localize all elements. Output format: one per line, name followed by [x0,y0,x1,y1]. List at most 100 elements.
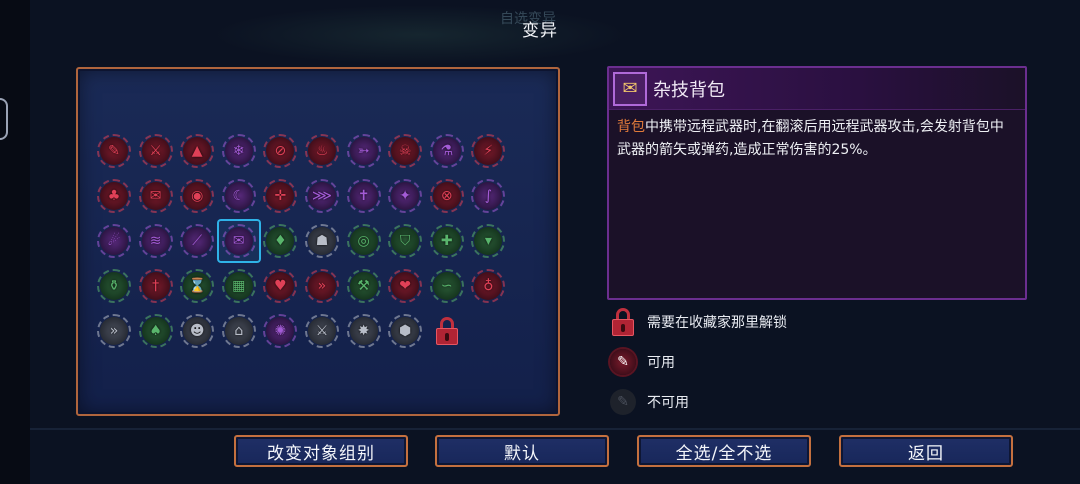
mutation-slot[interactable]: ☠ [385,131,425,171]
blue-grid-icon: ▦ [221,269,256,303]
lock-icon [609,308,637,336]
mutation-slot[interactable]: » [94,311,134,351]
mutation-slot[interactable]: ☗ [302,221,342,261]
mutation-slot[interactable]: ≋ [136,221,176,261]
mutation-slot[interactable]: ⟋ [177,221,217,261]
mutation-slot[interactable]: ♥ [260,266,300,306]
mutation-slot[interactable]: ⌛ [177,266,217,306]
mutation-slot[interactable]: ✸ [344,311,384,351]
mutation-glyph: ♨ [315,143,329,159]
change-group-button[interactable]: 改变对象组别 [234,435,408,467]
frost-sword-icon: ❄ [221,134,256,168]
mutation-slot[interactable]: ⊗ [427,176,467,216]
mutation-glyph: ✉ [149,188,162,204]
leaf-hood-icon: ♠ [138,314,173,348]
mutation-slot[interactable]: ▾ [468,221,508,261]
default-button[interactable]: 默认 [435,435,609,467]
barrel-icon: ⬢ [388,314,423,348]
mutation-glyph: ∫ [484,188,492,204]
mutation-slot[interactable]: ☾ [219,176,259,216]
mutation-slot[interactable]: ▲ [177,131,217,171]
mutation-slot[interactable]: ⚡ [468,131,508,171]
mutation-slot[interactable] [427,311,467,351]
mutation-slot[interactable]: ✦ [385,176,425,216]
mutation-slot[interactable]: » [302,266,342,306]
background-divider [30,428,1080,430]
skull-face-icon: ☻ [180,314,215,348]
mutation-slot[interactable]: ◉ [177,176,217,216]
mutation-slot[interactable]: ♨ [302,131,342,171]
mutation-slot[interactable]: ⊘ [260,131,300,171]
mutation-slot[interactable]: ⚔ [136,131,176,171]
speed-arrows-icon: » [97,314,131,348]
mutation-glyph: ⟋ [192,233,203,249]
page-title: 变异 [522,21,558,41]
mutation-slot[interactable]: ⛉ [385,221,425,261]
crescent-icon: ☾ [221,179,256,213]
mutation-slot[interactable]: ✉ [136,176,176,216]
star-burst-icon: ✦ [388,179,423,213]
cyan-gate-icon: ⌂ [221,314,256,348]
detail-header: ✉ 杂技背包 [609,68,1025,110]
mutation-slot[interactable]: ♦ [260,221,300,261]
hourglass-icon: ⌛ [180,269,215,303]
mutation-grid: ✎ ⚔ ▲ ❄ ⊘ ♨ ➳ ☠ ⚗ ⚡ ♣ ✉ ◉ ☾ ✛ ⋙ ✝ ✦ ⊗ ∫ ☄ ≋ ⟋ ✉ ♦ ☗ ◎ ⛉ ✚ ▾ ⚱ † ⌛ ▦ ♥ » ⚒ ❤ ∽ ♁… [94,131,508,351]
mutation-slot[interactable]: ⚗ [427,131,467,171]
mutation-glyph: ⚗ [440,143,454,159]
mutation-slot[interactable]: ⚱ [94,266,134,306]
acrobat-figure-icon: ✝ [346,179,381,213]
mutation-slot[interactable]: ☄ [94,221,134,261]
mutation-slot[interactable]: ⚒ [344,266,384,306]
mutation-glyph: ⬢ [399,323,412,339]
no-symbol-icon: ⊘ [263,134,298,168]
select-all-button[interactable]: 全选/全不选 [637,435,811,467]
mutation-slot[interactable]: ✺ [260,311,300,351]
poison-drop-icon: ♦ [263,224,298,258]
mutation-slot[interactable]: ✎ [94,131,134,171]
mutation-glyph: ♦ [274,233,287,249]
mutation-glyph: ▦ [232,278,246,294]
mutation-slot[interactable]: ◎ [344,221,384,261]
mutation-slot[interactable]: ∫ [468,176,508,216]
slash-blade-icon: ⟋ [180,224,215,258]
demon-mask-icon: ☗ [304,224,339,258]
mutation-slot[interactable]: ✉ [218,221,259,261]
mutation-slot[interactable]: ☻ [177,311,217,351]
mutation-slot[interactable]: ⬢ [385,311,425,351]
potion-flask-icon: ♨ [304,134,339,168]
detail-icon-glyph: ✉ [622,78,638,99]
back-button[interactable]: 返回 [839,435,1013,467]
mutation-glyph: ⚡ [483,143,494,159]
mutation-slot[interactable]: ⌂ [219,311,259,351]
mutation-slot[interactable]: ♁ [468,266,508,306]
golden-star-icon: ✸ [346,314,381,348]
mutation-slot[interactable]: ✚ [427,221,467,261]
mutation-slot[interactable]: ⋙ [302,176,342,216]
mutation-slot[interactable]: ♠ [136,311,176,351]
acrobat-backpack-icon: ✉ [221,224,256,258]
mutation-slot[interactable]: ♣ [94,176,134,216]
mutation-slot[interactable]: ∽ [427,266,467,306]
unavailable-sample-icon: ✎ [609,388,637,416]
side-drawer-handle[interactable] [0,98,8,140]
blood-drop-icon: ♥ [263,269,298,303]
mutation-glyph: ◉ [191,188,204,204]
mutation-glyph: ✦ [399,188,412,204]
mutation-glyph: ◎ [357,233,370,249]
green-cross-shield-icon: ✚ [429,224,464,258]
mutation-slot[interactable]: ✛ [260,176,300,216]
mutation-glyph: † [152,278,160,294]
detail-description-highlight: 背包 [617,119,645,135]
mutation-slot[interactable]: ▦ [219,266,259,306]
mutation-slot[interactable]: † [136,266,176,306]
mutation-slot[interactable]: ❤ [385,266,425,306]
mutation-grid-panel: ✎ ⚔ ▲ ❄ ⊘ ♨ ➳ ☠ ⚗ ⚡ ♣ ✉ ◉ ☾ ✛ ⋙ ✝ ✦ ⊗ ∫ ☄ ≋ ⟋ ✉ ♦ ☗ ◎ ⛉ ✚ ▾ ⚱ † ⌛ ▦ ♥ » ⚒ ❤ ∽ ♁… [76,67,560,416]
mutation-detail-panel: ✉ 杂技背包 背包中携带远程武器时,在翻滚后用远程武器攻击,会发射背包中武器的箭… [607,66,1027,300]
mutation-slot[interactable]: ➳ [344,131,384,171]
blue-potion-icon: ⚗ [429,134,464,168]
lock-icon [433,317,461,345]
legend-available-label: 可用 [647,355,675,371]
mutation-slot[interactable]: ⚔ [302,311,342,351]
mutation-slot[interactable]: ❄ [219,131,259,171]
mutation-slot[interactable]: ✝ [344,176,384,216]
